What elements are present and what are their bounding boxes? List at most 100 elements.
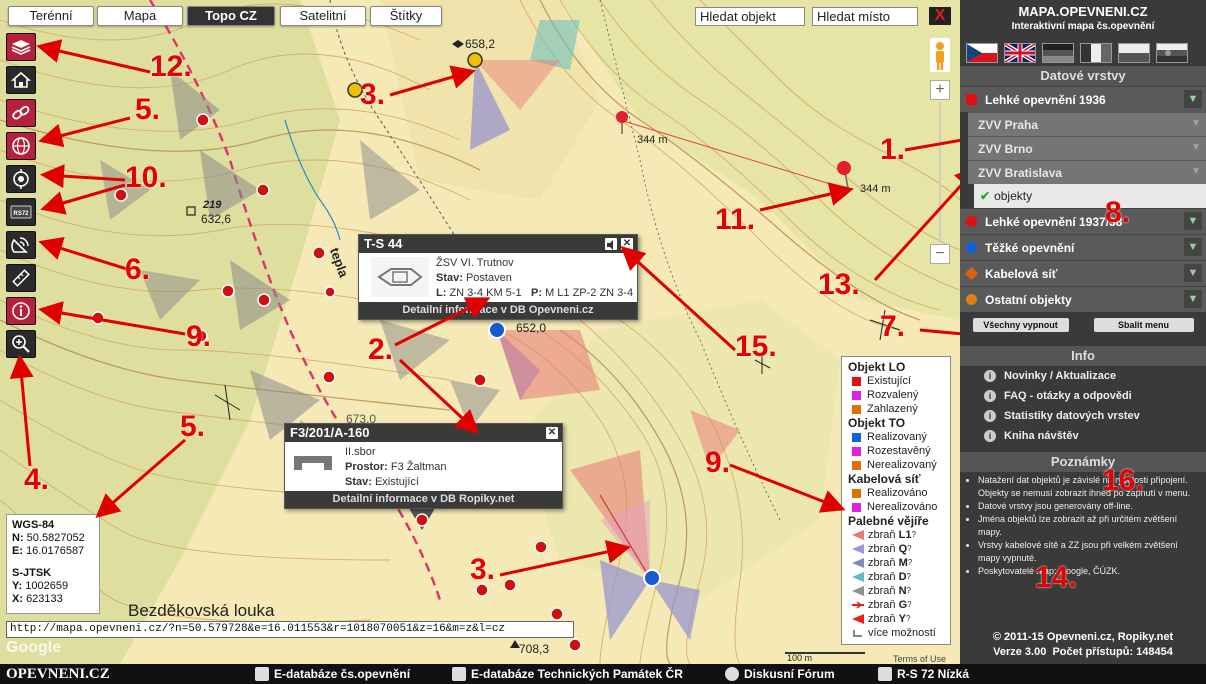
chevron-down-icon[interactable]: ▼ [1184, 90, 1202, 108]
info-tool-button[interactable] [6, 297, 36, 325]
terms-link[interactable]: Terms of Use [893, 654, 946, 664]
checkmark-icon[interactable]: ✔ [980, 189, 990, 203]
globe-tool-button[interactable] [6, 132, 36, 160]
layers-tool-button[interactable] [6, 33, 36, 61]
signal-tool-button[interactable] [6, 231, 36, 259]
panel-subtitle: Interaktivní mapa čs.opevnění [1011, 21, 1155, 32]
info-faq-link[interactable]: i FAQ - otázky a odpovědi [960, 386, 1206, 406]
sublayer-zvv-praha[interactable]: ZVV Praha ▼ [968, 112, 1206, 136]
bottom-link-label[interactable]: E-databáze Technických Památek ČR [471, 664, 683, 684]
flag-sk-icon[interactable] [1156, 43, 1188, 63]
bottom-link-etp[interactable]: E-databáze Technických Památek ČR [452, 664, 683, 684]
fan-help[interactable]: ? [911, 528, 915, 542]
info-label[interactable]: Novinky / Aktualizace [1004, 370, 1116, 382]
fan-help[interactable]: ? [907, 570, 911, 584]
fan-help[interactable]: ? [908, 556, 912, 570]
layer-to[interactable]: Těžké opevnění ▼ [960, 234, 1206, 260]
permalink-url-field[interactable]: http://mapa.opevneni.cz/?n=50.579728&e=1… [6, 621, 574, 638]
sublayer-label[interactable]: ZVV Brno [978, 142, 1033, 156]
chevron-down-icon[interactable]: ▼ [1188, 164, 1204, 180]
fan-help[interactable]: ? [906, 612, 910, 626]
flag-fr-icon[interactable] [1080, 43, 1112, 63]
prostor-value: F3 Žaltman [390, 461, 447, 473]
ruler-tool-button[interactable] [6, 264, 36, 292]
fan-help[interactable]: ? [907, 584, 911, 598]
site-logo[interactable]: OPEVNENI.CZ [6, 664, 110, 684]
flag-pl-icon[interactable] [1118, 43, 1150, 63]
all-off-button[interactable]: Všechny vypnout [972, 318, 1069, 332]
bottom-link-label[interactable]: Diskusní Fórum [744, 664, 835, 684]
maptype-topo-cz[interactable]: Topo CZ [187, 6, 275, 26]
bottom-link-forum[interactable]: Diskusní Fórum [725, 664, 835, 684]
popup-line: II.sbor [345, 446, 376, 458]
zoom-in-button[interactable]: + [930, 80, 950, 100]
layer-label[interactable]: Lehké opevnění 1936 [985, 93, 1106, 107]
fan-help[interactable]: ? [907, 598, 911, 612]
layer-label[interactable]: Ostatní objekty [985, 293, 1072, 307]
gps-tool-button[interactable] [6, 165, 36, 193]
legend-more-label[interactable]: více možností [868, 626, 936, 640]
zoom-out-button[interactable]: − [930, 244, 950, 264]
zoom-slider-track[interactable] [939, 102, 941, 242]
streetview-pegman-icon[interactable] [930, 38, 950, 72]
popup-close-icon[interactable]: ✕ [621, 238, 633, 250]
chevron-down-icon[interactable]: ▼ [1184, 238, 1202, 256]
info-label[interactable]: FAQ - otázky a odpovědi [1004, 390, 1132, 402]
maptype-labels[interactable]: Štítky [370, 6, 442, 26]
popup-title: T-S 44 [364, 236, 403, 251]
info-news-link[interactable]: i Novinky / Aktualizace [960, 366, 1206, 386]
layer-lo-1936[interactable]: Lehké opevnění 1936 ▼ [960, 86, 1206, 112]
legend-fan-item: zbraň D? [848, 570, 944, 584]
fan-help[interactable]: ? [907, 542, 911, 556]
layer-label[interactable]: Lehké opevnění 1937/38 [985, 215, 1122, 229]
collapse-menu-button[interactable]: Sbalit menu [1093, 318, 1194, 332]
bottom-link-edb[interactable]: E-databáze čs.opevnění [255, 664, 410, 684]
legend-swatch [852, 376, 861, 386]
objekty-checkbox-row[interactable]: ✔ objekty [974, 184, 1206, 208]
search-object-input[interactable]: Hledat objekt [695, 7, 805, 26]
flag-uk-icon[interactable] [1003, 42, 1037, 64]
layer-lo-1937[interactable]: Lehké opevnění 1937/38 ▼ [960, 208, 1206, 234]
bottom-link-label[interactable]: R-S 72 Nízká [897, 664, 969, 684]
legend-more[interactable]: více možností [848, 626, 944, 640]
fan-swatch-icon [852, 601, 864, 609]
search-place-input[interactable]: Hledat místo [812, 7, 918, 26]
popup-detail-link[interactable]: Detailní informace v DB Ropiky.net [285, 491, 562, 508]
chevron-down-icon[interactable]: ▼ [1188, 116, 1204, 132]
sublayer-zvv-brno[interactable]: ZVV Brno ▼ [968, 136, 1206, 160]
info-label[interactable]: Kniha návštěv [1004, 430, 1079, 442]
sublayer-label[interactable]: ZVV Praha [978, 118, 1038, 132]
popup-detail-link[interactable]: Detailní informace v DB Opevneni.cz [359, 302, 637, 319]
zoom-control[interactable]: + − [930, 80, 950, 264]
objekty-label[interactable]: objekty [994, 189, 1032, 203]
sublayer-label[interactable]: ZVV Bratislava [978, 166, 1062, 180]
maptype-map[interactable]: Mapa [97, 6, 183, 26]
close-icon[interactable]: X [929, 7, 951, 25]
maptype-satellite[interactable]: Satelitní [280, 6, 366, 26]
sublayer-zvv-bratislava[interactable]: ZVV Bratislava ▼ [968, 160, 1206, 184]
layer-cable[interactable]: Kabelová síť ▼ [960, 260, 1206, 286]
rs72-tool-button[interactable]: RS72 [6, 198, 36, 226]
info-guestbook-link[interactable]: i Kniha návštěv [960, 426, 1206, 446]
sound-icon[interactable] [605, 238, 617, 250]
layer-label[interactable]: Těžké opevnění [985, 241, 1074, 255]
layer-label[interactable]: Kabelová síť [985, 267, 1057, 281]
bottom-link-label[interactable]: E-databáze čs.opevnění [274, 664, 410, 684]
info-stats-link[interactable]: i Statistiky datových vrstev [960, 406, 1206, 426]
layer-other[interactable]: Ostatní objekty ▼ [960, 286, 1206, 312]
flag-de-icon[interactable] [1042, 43, 1074, 63]
flag-cz-icon[interactable] [966, 43, 998, 63]
chevron-down-icon[interactable]: ▼ [1184, 212, 1202, 230]
info-label[interactable]: Statistiky datových vrstev [1004, 410, 1140, 422]
home-tool-button[interactable] [6, 66, 36, 94]
link-tool-button[interactable] [6, 99, 36, 127]
popup-close-icon[interactable]: ✕ [546, 427, 558, 439]
chevron-down-icon[interactable]: ▼ [1184, 290, 1202, 308]
maptype-terrain[interactable]: Terénní [8, 6, 94, 26]
map-canvas[interactable]: 658,2 219 632,6 344 m 344 m 652,0 673,0 … [0, 0, 960, 664]
bottom-link-rs72[interactable]: R-S 72 Nízká [878, 664, 969, 684]
zoom-tool-button[interactable] [6, 330, 36, 358]
chevron-down-icon[interactable]: ▼ [1184, 264, 1202, 282]
globe-icon [12, 137, 30, 155]
chevron-down-icon[interactable]: ▼ [1188, 140, 1204, 156]
